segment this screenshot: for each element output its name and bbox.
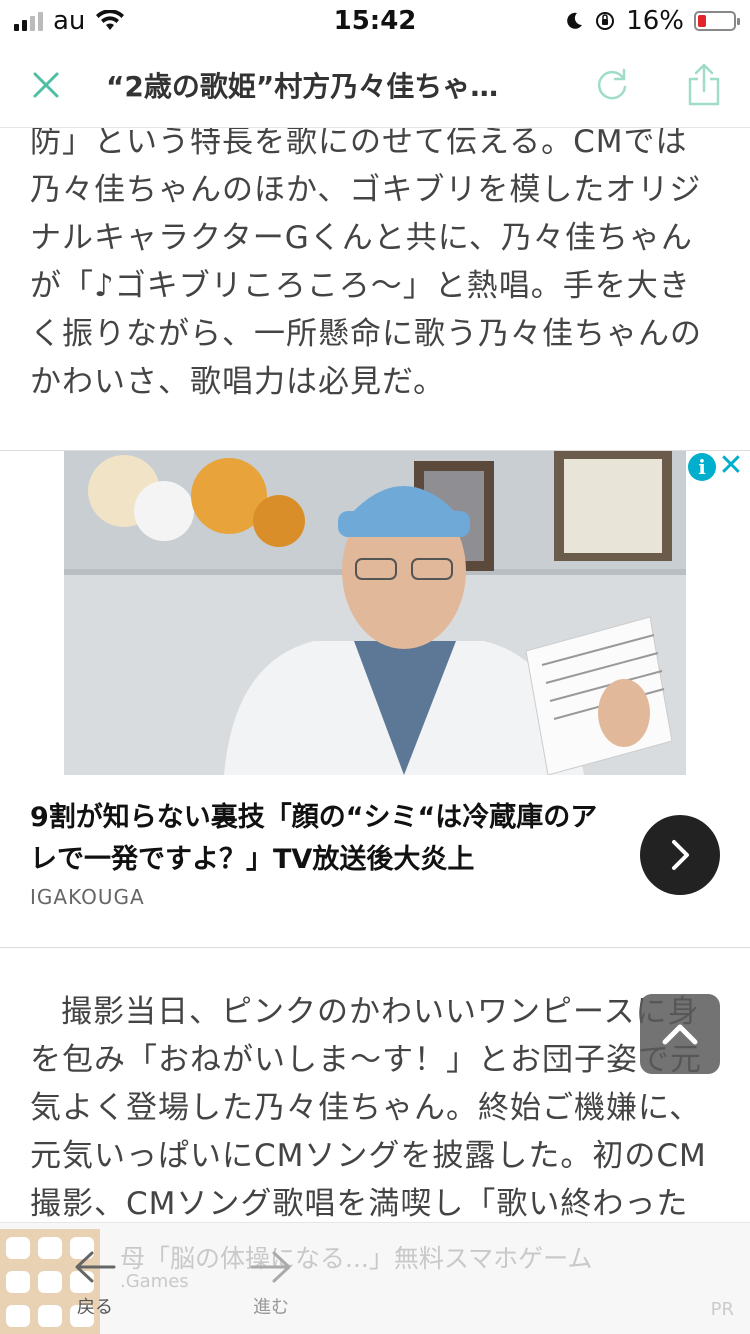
ad-info-button[interactable]: i [688,453,716,481]
chevron-up-icon [662,1024,698,1045]
share-button[interactable] [658,42,750,128]
status-left: au [14,6,125,36]
close-icon [33,72,59,97]
bottom-ad-source: .Games [120,1271,189,1292]
wifi-icon [96,10,125,30]
ad-image[interactable] [64,451,686,775]
orientation-lock-icon [596,12,615,30]
battery-fill [698,15,706,27]
reload-icon [597,68,627,99]
ad-open-button[interactable] [640,815,720,895]
article-body: 防」という特長を歌にのせて伝える。CMでは乃々佳ちゃんのほか、ゴキブリを模したオ… [0,128,750,1228]
arrow-right-icon [250,1251,291,1283]
ad-headline[interactable]: 9割が知らない裏技「顔の“シミ“は冷蔵庫のアレで一発ですよ？」TV放送後大炎上 [30,797,610,881]
close-button[interactable] [0,42,92,128]
article-paragraph: 撮影当日、ピンクのかわいいワンピースに身を包み「おねがいしま～す！」とお団子姿で… [30,994,707,1222]
status-bar: au 15:42 16% [0,0,750,42]
ad-source: IGAKOUGA [30,885,145,909]
carrier-label: au [53,6,86,36]
forward-label: 進む [253,1297,289,1318]
bottom-toolbar: 母「脳の体操になる...」無料スマホゲーム .Games 戻る 進む PR [0,1222,750,1334]
battery-percent: 16% [626,6,684,36]
forward-button[interactable]: 進む [236,1249,306,1319]
status-right: 16% [564,6,740,36]
page-title: “2歳の歌姫”村方乃々佳ちゃ… [106,69,499,103]
article-paragraph: 防」という特長を歌にのせて伝える。CMでは乃々佳ちゃんのほか、ゴキブリを模したオ… [30,128,702,400]
signal-icon [14,11,43,31]
back-label: 戻る [77,1297,113,1318]
battery-icon [694,11,740,31]
ad-photo-doctor [64,451,686,775]
back-button[interactable]: 戻る [60,1249,130,1319]
chevron-right-icon [672,840,689,870]
pr-label: PR [710,1299,734,1320]
bottom-ad-title[interactable]: 母「脳の体操になる...」無料スマホゲーム [120,1239,592,1275]
scroll-to-top-button[interactable] [640,994,720,1074]
ad-block[interactable]: i ✕ 9割が知らない裏技「顔の“シミ“は冷蔵庫のアレで一発ですよ？」TV放送後… [0,450,750,948]
moon-icon [567,12,583,29]
reload-button[interactable] [566,42,658,128]
browser-nav-bar: “2歳の歌姫”村方乃々佳ちゃ… [0,42,750,128]
arrow-left-icon [75,1251,116,1283]
share-icon [688,63,720,105]
ad-close-button[interactable]: ✕ [716,451,746,481]
